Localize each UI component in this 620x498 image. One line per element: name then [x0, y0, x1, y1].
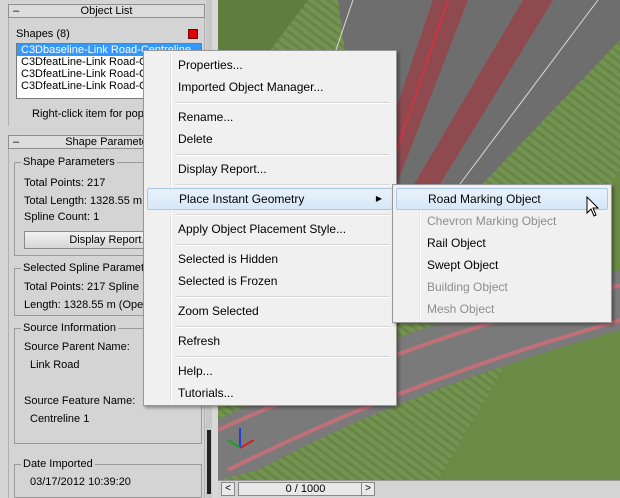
menu-item-imported-object-manager[interactable]: Imported Object Manager...	[147, 76, 393, 98]
frame-counter[interactable]: 0 / 1000	[238, 482, 373, 496]
submenu-item-rail[interactable]: Rail Object	[396, 232, 608, 254]
total-length-text: Total Length: 1328.55 m	[24, 195, 143, 207]
menu-item-label: Place Instant Geometry	[179, 192, 305, 206]
prev-frame-button[interactable]: <	[221, 482, 235, 496]
shape-parameters-title: Shape Paramete	[65, 136, 148, 148]
menu-item-selected-hidden[interactable]: Selected is Hidden	[147, 248, 393, 270]
total-points-text: Total Points: 217	[24, 177, 106, 189]
menu-item-selected-frozen[interactable]: Selected is Frozen	[147, 270, 393, 292]
menu-item-rename[interactable]: Rename...	[147, 106, 393, 128]
menu-separator	[175, 102, 390, 104]
object-list-rollout-header[interactable]: – Object List	[8, 4, 205, 18]
menu-separator	[175, 296, 390, 298]
menu-item-place-instant-geometry[interactable]: Place Instant Geometry ▶	[147, 188, 393, 210]
submenu-item-chevron-marking[interactable]: Chevron Marking Object	[396, 210, 608, 232]
scrollbar-thumb[interactable]	[207, 430, 211, 494]
submenu-item-mesh[interactable]: Mesh Object	[396, 298, 608, 320]
menu-item-properties[interactable]: Properties...	[147, 54, 393, 76]
next-frame-button[interactable]: >	[361, 482, 375, 496]
right-click-hint: Right-click item for pop-	[32, 108, 148, 120]
menu-item-tutorials[interactable]: Tutorials...	[147, 382, 393, 404]
source-parent-value: Link Road	[30, 359, 80, 371]
selected-length-text: Length: 1328.55 m (Ope	[24, 299, 144, 311]
menu-separator	[175, 244, 390, 246]
time-slider: < 0 / 1000 >	[218, 480, 620, 498]
group-title: Source Information	[21, 322, 118, 334]
submenu-item-building[interactable]: Building Object	[396, 276, 608, 298]
menu-separator	[175, 356, 390, 358]
menu-item-display-report[interactable]: Display Report...	[147, 158, 393, 180]
color-swatch[interactable]	[188, 29, 198, 39]
spline-count-text: Spline Count: 1	[24, 211, 100, 223]
group-title: Date Imported	[21, 458, 95, 470]
submenu-arrow-icon: ▶	[375, 194, 382, 203]
source-parent-label: Source Parent Name:	[24, 341, 130, 353]
menu-item-apply-placement-style[interactable]: Apply Object Placement Style...	[147, 218, 393, 240]
source-feature-value: Centreline 1	[30, 413, 90, 425]
mouse-cursor-icon	[586, 196, 600, 217]
menu-item-help[interactable]: Help...	[147, 360, 393, 382]
shapes-count-label: Shapes (8)	[16, 28, 70, 40]
group-title: Shape Parameters	[21, 156, 117, 168]
date-imported-value: 03/17/2012 10:39:20	[30, 476, 131, 488]
collapse-icon: –	[13, 136, 20, 148]
collapse-icon: –	[13, 5, 20, 17]
place-instant-geometry-submenu: Road Marking Object Chevron Marking Obje…	[392, 184, 612, 323]
submenu-item-road-marking[interactable]: Road Marking Object	[396, 188, 608, 210]
menu-separator	[175, 326, 390, 328]
menu-item-zoom-selected[interactable]: Zoom Selected	[147, 300, 393, 322]
source-feature-label: Source Feature Name:	[24, 395, 136, 407]
group-title: Selected Spline Paramete	[21, 262, 153, 274]
context-menu: Properties... Imported Object Manager...…	[143, 50, 397, 406]
submenu-item-swept[interactable]: Swept Object	[396, 254, 608, 276]
menu-separator	[175, 214, 390, 216]
menu-separator	[175, 184, 390, 186]
object-list-title: Object List	[80, 5, 133, 17]
menu-item-delete[interactable]: Delete	[147, 128, 393, 150]
menu-item-refresh[interactable]: Refresh	[147, 330, 393, 352]
menu-separator	[175, 154, 390, 156]
selected-total-points-text: Total Points: 217 Spline	[24, 281, 139, 293]
